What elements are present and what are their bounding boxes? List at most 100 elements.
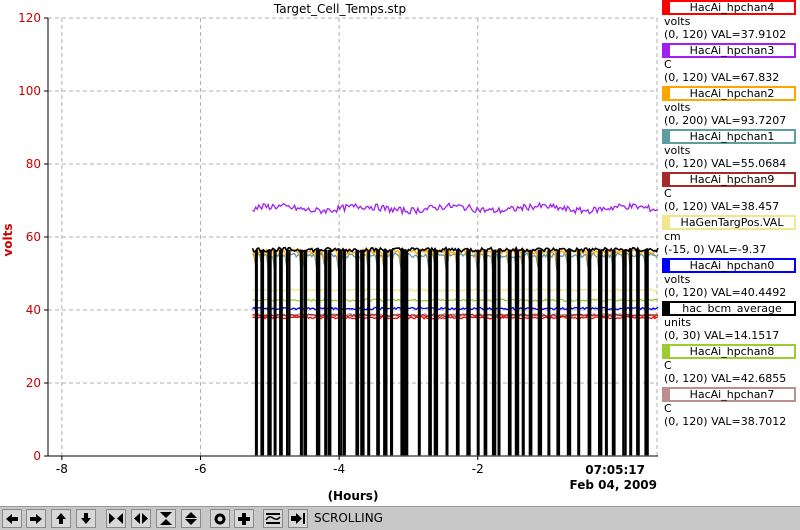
bcm-dropout xyxy=(547,249,551,456)
legend-entry[interactable]: HacAi_hpchan2 volts (0, 200) VAL=93.7207 xyxy=(660,86,800,129)
bcm-dropout xyxy=(324,249,328,456)
plus-icon[interactable] xyxy=(234,509,254,528)
bcm-dropout xyxy=(537,249,543,456)
bcm-dropout xyxy=(315,249,321,456)
bcm-dropout xyxy=(303,249,308,456)
y-tick-label: 20 xyxy=(26,376,41,390)
legend-unit: volts xyxy=(664,144,691,157)
y-tick-label: 0 xyxy=(33,449,41,463)
legend-series-name[interactable]: hac_bcm_average xyxy=(662,301,796,316)
series-line-HacAi_hpchan0 xyxy=(252,306,659,311)
bcm-dropout xyxy=(604,249,608,456)
compress-horizontal-icon[interactable] xyxy=(131,509,151,528)
x-tick-label: -2 xyxy=(472,462,484,476)
bcm-dropout xyxy=(455,249,460,456)
legend-series-name[interactable]: HacAi_hpchan8 xyxy=(662,344,796,359)
series-layer xyxy=(251,201,659,456)
x-tick-label: -8 xyxy=(56,462,68,476)
expand-horizontal-icon[interactable] xyxy=(106,509,126,528)
bcm-dropout xyxy=(360,249,365,456)
bcm-dropout xyxy=(400,249,405,456)
bcm-dropout xyxy=(497,249,501,456)
legend-range-value: (-15, 0) VAL=-9.37 xyxy=(664,243,767,256)
legend-entry[interactable]: hac_bcm_average units (0, 30) VAL=14.1517 xyxy=(660,301,800,344)
legend-entry[interactable]: HacAi_hpchan4 volts (0, 120) VAL=37.9102 xyxy=(660,0,800,43)
timestamp-date: Feb 04, 2009 xyxy=(570,478,657,492)
y-axis-ticks: 0 20 40 60 80 100 120 xyxy=(18,11,48,463)
legend-entry[interactable]: HacAi_hpchan8 C (0, 120) VAL=42.6855 xyxy=(660,344,800,387)
legend-range-value: (0, 120) VAL=40.4492 xyxy=(664,286,787,299)
bcm-dropout xyxy=(403,249,409,456)
bcm-dropout xyxy=(556,249,561,456)
plot-grid xyxy=(48,17,658,456)
legend-unit: volts xyxy=(664,15,691,28)
record-icon[interactable] xyxy=(210,509,230,528)
legend-entry[interactable]: HacAi_hpchan3 C (0, 120) VAL=67.832 xyxy=(660,43,800,86)
bcm-dropout xyxy=(279,249,283,456)
status-text: SCROLLING xyxy=(314,511,383,525)
legend-unit: cm xyxy=(664,230,681,243)
legend-entry[interactable]: HaGenTargPos.VAL cm (-15, 0) VAL=-9.37 xyxy=(660,215,800,258)
legend-entry[interactable]: HacAi_hpchan1 volts (0, 120) VAL=55.0684 xyxy=(660,129,800,172)
series-line-HaGenTargPos.VAL xyxy=(252,287,659,292)
legend-entry[interactable]: HacAi_hpchan9 C (0, 120) VAL=38.457 xyxy=(660,172,800,215)
bcm-dropout xyxy=(286,249,291,456)
bcm-dropout xyxy=(528,249,533,456)
bcm-dropout xyxy=(327,249,332,456)
legend-series-name[interactable]: HacAi_hpchan3 xyxy=(662,43,796,58)
toolbar: SCROLLING xyxy=(0,506,800,530)
legend-range-value: (0, 120) VAL=67.832 xyxy=(664,71,780,84)
legend-series-name[interactable]: HacAi_hpchan4 xyxy=(662,0,796,15)
autoscale-icon[interactable] xyxy=(263,509,283,528)
bcm-dropout xyxy=(267,249,272,456)
jump-to-now-icon[interactable] xyxy=(288,509,308,528)
bcm-dropout xyxy=(254,249,258,456)
legend-entry[interactable]: HacAi_hpchan0 volts (0, 120) VAL=40.4492 xyxy=(660,258,800,301)
timestamp-time: 07:05:17 xyxy=(585,463,645,477)
bcm-dropout xyxy=(521,249,525,456)
legend-entry[interactable]: HacAi_hpchan7 C (0, 120) VAL=38.7012 xyxy=(660,387,800,430)
legend-range-value: (0, 120) VAL=37.9102 xyxy=(664,28,787,41)
bcm-dropout xyxy=(367,249,371,456)
bcm-dropout xyxy=(390,249,394,456)
legend-series-name[interactable]: HacAi_hpchan9 xyxy=(662,172,796,187)
bcm-dropout xyxy=(417,249,421,456)
bcm-dropout xyxy=(342,249,346,456)
x-axis-label: (Hours) xyxy=(328,489,379,503)
strip-chart: Target_Cell_Temps.stp 0 20 40 60 80 100 120 -8… xyxy=(1,2,659,503)
bcm-dropout xyxy=(611,249,616,456)
y-axis-label: volts xyxy=(1,223,15,256)
legend-range-value: (0, 120) VAL=38.457 xyxy=(664,200,780,213)
bcm-dropout xyxy=(636,249,640,456)
bcm-dropout xyxy=(355,249,360,456)
legend-panel: HacAi_hpchan4 volts (0, 120) VAL=37.9102 Ha… xyxy=(660,0,800,505)
bcm-dropout xyxy=(445,249,449,456)
series-line-HacAi_hpchan8 xyxy=(252,298,659,303)
compress-vertical-icon[interactable] xyxy=(181,509,201,528)
bcm-dropout xyxy=(273,249,277,456)
legend-series-name[interactable]: HacAi_hpchan2 xyxy=(662,86,796,101)
bcm-dropout xyxy=(629,249,633,456)
bcm-dropout xyxy=(483,249,488,456)
legend-series-name[interactable]: HacAi_hpchan1 xyxy=(662,129,796,144)
x-tick-label: -6 xyxy=(195,462,207,476)
bcm-dropout xyxy=(514,249,520,456)
bcm-dropout xyxy=(433,249,439,456)
legend-range-value: (0, 120) VAL=55.0684 xyxy=(664,157,787,170)
legend-series-name[interactable]: HaGenTargPos.VAL xyxy=(662,215,796,230)
bcm-dropout xyxy=(566,249,572,456)
arrow-left-icon[interactable] xyxy=(2,509,22,528)
arrow-down-icon[interactable] xyxy=(76,509,96,528)
legend-series-name[interactable]: HacAi_hpchan7 xyxy=(662,387,796,402)
arrow-right-icon[interactable] xyxy=(26,509,46,528)
chart-title: Target_Cell_Temps.stp xyxy=(273,2,406,16)
bcm-dropout xyxy=(383,249,388,456)
y-tick-label: 100 xyxy=(18,84,41,98)
legend-series-name[interactable]: HacAi_hpchan0 xyxy=(662,258,796,273)
expand-vertical-icon[interactable] xyxy=(156,509,176,528)
y-tick-label: 120 xyxy=(18,11,41,25)
y-tick-label: 40 xyxy=(26,303,41,317)
bcm-dropout xyxy=(376,249,380,456)
arrow-up-icon[interactable] xyxy=(51,509,71,528)
legend-unit: C xyxy=(664,58,672,71)
